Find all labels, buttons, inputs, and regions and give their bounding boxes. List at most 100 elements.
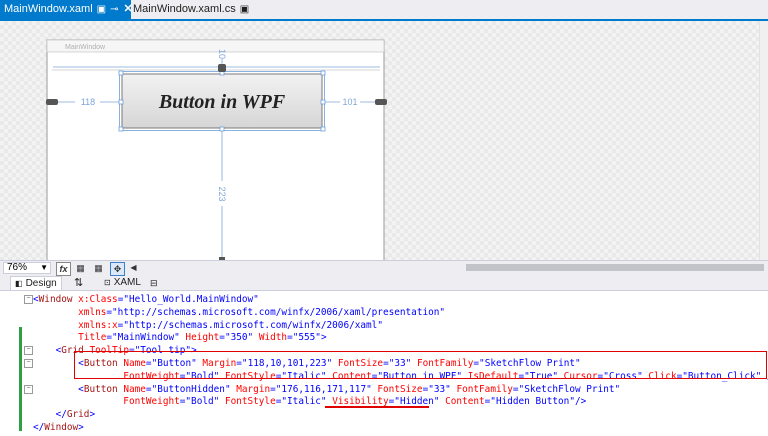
tab-xaml-label: XAML [113,277,141,288]
scroll-left-icon[interactable]: ◀ [127,262,140,274]
margin-top-label: 10 [217,49,227,59]
code-token: "/> [569,396,587,408]
xaml-editor[interactable]: − − − − <Window x:Class="Hello_World.Mai… [0,290,768,436]
button-content-text: Button in WPF [158,91,286,113]
resize-handle [320,126,326,132]
anchor-left-icon [46,99,58,105]
code-token: =" [270,383,282,395]
code-token: Height [179,332,220,344]
code-token: Margin [230,383,271,395]
code-token: SketchFlow Print [524,383,615,395]
save-status-icon: ▣ [96,4,107,15]
zoom-select[interactable]: 76% ▼ [3,262,51,274]
code-token: FontFamily [450,383,513,395]
code-token: 176,116,171,117 [281,383,367,395]
tab-xaml[interactable]: ⊡ XAML [104,276,141,290]
code-token: Window [38,294,73,305]
code-token: " [439,306,446,318]
code-token: =" [117,294,129,305]
code-line[interactable]: xmlns:x="http://schemas.microsoft.com/wi… [33,319,383,332]
code-token: MainWindow [117,332,175,344]
code-token: Italic [287,396,321,408]
resize-handle [320,70,326,76]
code-token: > [78,422,84,433]
code-token: FontSize [371,383,423,395]
code-token: FontStyle [219,396,276,408]
tab-mainwindow-xaml-cs[interactable]: MainWindow.xaml.cs ▣ [131,0,249,19]
chevron-down-icon: ▼ [40,263,48,272]
vertical-scrollbar[interactable] [759,21,768,260]
fold-toggle-icon[interactable]: − [24,346,33,355]
code-line[interactable]: </Window> [33,421,84,434]
split-view-tabs: ◧ Design ⇅ ⊡ XAML ⊟ [0,276,768,290]
code-token: "> [315,332,327,344]
window-caption: MainWindow [65,44,106,51]
tab-mainwindow-xaml[interactable]: MainWindow.xaml ▣ ⊸ ✕ [0,0,133,19]
code-token: xmlns [33,306,107,318]
code-token: =" [484,396,496,408]
code-token: 350 [230,332,248,344]
code-token: " [253,294,259,305]
code-token: ButtonHidden [157,383,225,395]
code-token: < [33,345,62,357]
code-token: FontWeight [33,396,180,408]
code-token: Bold [191,396,214,408]
zoom-toolbar: 76% ▼ fx ▦ ▦ ✥ ◀ [0,260,768,276]
code-token: =" [117,319,129,331]
resize-handle [320,99,326,105]
code-token: =" [275,396,288,408]
code-token: http://schemas.microsoft.com/winfx/2006/… [128,319,378,331]
code-line[interactable]: Title="MainWindow" Height="350" Width="5… [33,331,327,344]
code-token: > [89,409,96,421]
collapse-pane-icon[interactable]: ⊟ [150,276,158,290]
code-token: =" [179,396,192,408]
tab-label: MainWindow.xaml.cs [133,3,236,15]
code-token: Window [44,422,79,433]
fold-toggle-icon[interactable]: − [24,295,33,304]
xaml-icon: ⊡ [104,278,111,287]
resize-handle [219,126,225,132]
code-token: xmlns:x [33,319,118,331]
tab-design-label: Design [25,277,57,289]
code-token: x:Class [72,294,118,305]
anchor-top-icon [218,64,226,72]
code-line[interactable]: FontWeight="Bold" FontStyle="Italic" Vis… [33,395,586,408]
tab-design[interactable]: ◧ Design [10,276,62,290]
fx-label: fx [59,264,68,274]
code-token: Button [83,383,118,395]
swap-panes-icon[interactable]: ⇅ [74,276,83,290]
code-token: =" [287,332,299,344]
pin-icon[interactable]: ⊸ [110,0,118,19]
code-token: =" [145,383,158,395]
zoom-value: 76% [7,262,28,273]
grid-toggle-icon[interactable]: ▦ [74,262,87,274]
fold-toggle-icon[interactable]: − [24,359,33,368]
code-token: </ [33,422,45,433]
code-token: 555 [298,332,316,344]
code-line[interactable]: xmlns="http://schemas.microsoft.com/winf… [33,306,445,319]
anchor-right-icon [375,99,387,105]
code-line[interactable]: <Window x:Class="Hello_World.MainWindow" [33,293,259,306]
visibility-underline [325,406,429,408]
code-token: Width [253,332,288,344]
snap-grid-icon[interactable]: ▦ [92,262,105,274]
code-line[interactable]: </Grid> [33,408,96,421]
code-token: Grid [66,409,90,421]
fold-toggle-icon[interactable]: − [24,385,33,394]
margin-right-label: 101 [342,97,357,107]
code-token: =" [219,332,231,344]
resize-handle [118,99,124,105]
code-token: =" [106,306,118,318]
design-canvas: MainWindow 10 118 101 223 Button in WPF [46,39,387,260]
code-token: Content [439,396,485,408]
formula-button[interactable]: fx [56,262,71,276]
code-token: Hidden Button [495,396,570,408]
code-line[interactable]: <Button Name="ButtonHidden" Margin="176,… [33,383,620,396]
design-surface[interactable]: MainWindow 10 118 101 223 Button in WPF [0,21,768,260]
code-token: =" [512,383,525,395]
code-token: " [614,383,621,395]
code-token: < [33,383,84,395]
snap-lines-icon[interactable]: ✥ [110,262,125,276]
code-token: http://schemas.microsoft.com/winfx/2006/… [117,306,440,318]
horizontal-scrollbar[interactable] [466,264,764,271]
